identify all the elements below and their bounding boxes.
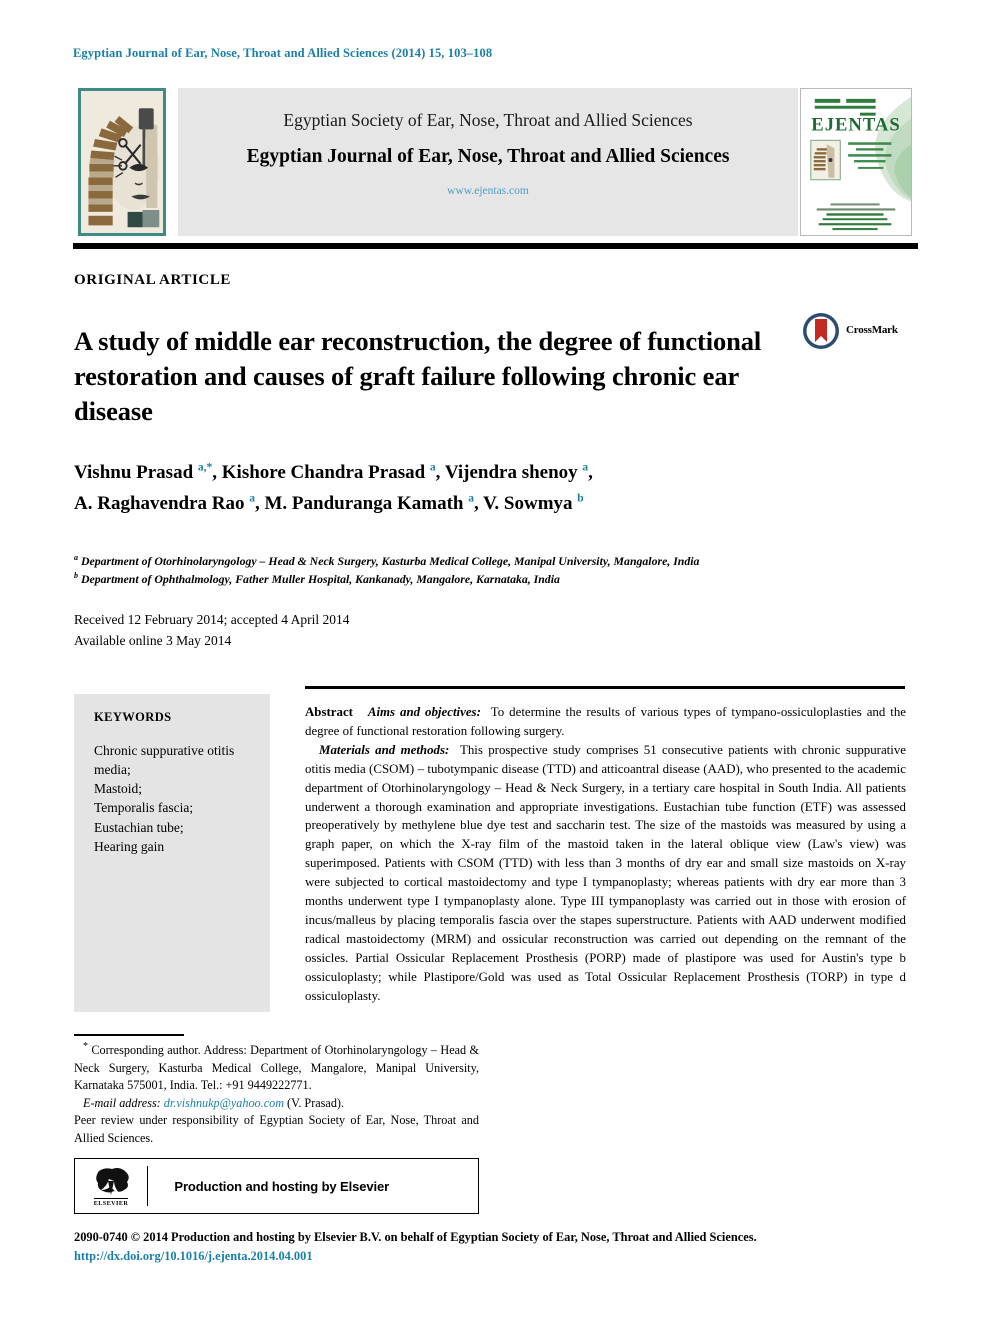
corresponding-author-text: Corresponding author. Address: Departmen… <box>74 1043 479 1093</box>
society-pharaoh-logo <box>78 88 166 236</box>
publication-history: Received 12 February 2014; accepted 4 Ap… <box>74 610 350 651</box>
elsevier-production-box: ELSEVIER Production and hosting by Elsev… <box>74 1158 479 1214</box>
peer-review-note: Peer review under responsibility of Egyp… <box>74 1113 479 1145</box>
author-sup-a-star: a,* <box>197 461 213 474</box>
email-note: E-mail address: dr.vishnukp@yahoo.com (V… <box>74 1095 479 1113</box>
abstract-methods-label: Materials and methods: <box>319 742 450 757</box>
keywords-list: Chronic suppurative otitis media; Mastoi… <box>94 741 254 856</box>
page-title: A study of middle ear reconstruction, th… <box>74 325 762 426</box>
affiliation-b: b Department of Ophthalmology, Father Mu… <box>74 570 904 588</box>
header-divider-rule <box>73 243 918 249</box>
elsevier-tree-icon <box>96 1168 129 1195</box>
email-owner: (V. Prasad). <box>287 1095 345 1110</box>
author-sep-5: , V. Sowmya <box>473 492 578 514</box>
author-sep-2: , Vijendra shenoy <box>435 462 583 483</box>
society-name: Egyptian Society of Ear, Nose, Throat an… <box>283 110 693 130</box>
abstract-top-rule <box>305 686 905 689</box>
keyword-item: Temporalis fascia; <box>94 800 194 816</box>
abstract-body: Abstract Aims and objectives: To determi… <box>305 703 906 1006</box>
available-online-line: Available online 3 May 2014 <box>74 632 232 648</box>
author-sup-b: b <box>577 492 584 505</box>
footer-copyright-block: 2090-0740 © 2014 Production and hosting … <box>74 1228 924 1265</box>
corresponding-author-mark: * <box>83 1041 88 1052</box>
footnote-block: * Corresponding author. Address: Departm… <box>74 1040 479 1147</box>
author-raghavendra-rao: A. Raghavendra Rao <box>74 492 250 514</box>
ejentas-cover-icon: EJENTAS <box>801 89 911 235</box>
corresponding-author-note: * Corresponding author. Address: Departm… <box>74 1040 479 1095</box>
affiliation-mark-b: b <box>74 571 78 581</box>
footnote-divider-rule <box>74 1034 184 1036</box>
keywords-heading: KEYWORDS <box>94 710 172 724</box>
author-sep-3: , <box>588 462 593 483</box>
svg-text:EJENTAS: EJENTAS <box>811 114 900 135</box>
journal-url-link[interactable]: www.ejentas.com <box>178 185 798 197</box>
email-link[interactable]: dr.vishnukp@yahoo.com <box>164 1096 284 1110</box>
article-type-label: ORIGINAL ARTICLE <box>74 272 232 288</box>
crossmark-label: CrossMark <box>846 324 898 336</box>
received-accepted-line: Received 12 February 2014; accepted 4 Ap… <box>74 612 350 627</box>
keyword-item: Chronic suppurative otitis media; <box>94 743 235 778</box>
keyword-item: Hearing gain <box>94 838 165 854</box>
elsevier-logo: ELSEVIER <box>75 1159 147 1213</box>
affiliation-a: a Department of Otorhinolaryngology – He… <box>74 552 904 570</box>
author-list: Vishnu Prasad a,*, Kishore Chandra Prasa… <box>74 458 854 520</box>
journal-cover-thumbnail: EJENTAS <box>800 88 912 236</box>
article-first-page: Egyptian Journal of Ear, Nose, Throat an… <box>0 0 992 1323</box>
elsevier-production-text: Production and hosting by Elsevier <box>174 1178 390 1194</box>
elsevier-wordmark: ELSEVIER <box>93 1198 129 1207</box>
abstract-aims-paragraph: Abstract Aims and objectives: To determi… <box>305 703 906 741</box>
affiliation-list: a Department of Otorhinolaryngology – He… <box>74 552 904 589</box>
author-sep-1: , Kishore Chandra Prasad <box>212 462 430 483</box>
abstract-label: Abstract <box>305 705 353 719</box>
abstract-methods-paragraph: Materials and methods: This prospective … <box>305 741 906 1006</box>
journal-title-block: Egyptian Society of Ear, Nose, Throat an… <box>178 88 798 236</box>
journal-name: Egyptian Journal of Ear, Nose, Throat an… <box>246 146 730 167</box>
running-citation: Egyptian Journal of Ear, Nose, Throat an… <box>73 46 493 60</box>
crossmark-badge[interactable]: CrossMark <box>802 312 914 354</box>
crossmark-icon[interactable] <box>802 312 840 350</box>
affiliation-mark-a: a <box>74 553 78 562</box>
copyright-line: 2090-0740 © 2014 Production and hosting … <box>74 1230 757 1244</box>
affiliation-a-text: Department of Otorhinolaryngology – Head… <box>80 553 700 568</box>
keyword-item: Eustachian tube; <box>94 819 184 835</box>
journal-header-band: Egyptian Society of Ear, Nose, Throat an… <box>78 88 912 236</box>
abstract-methods-text: This prospective study comprises 51 cons… <box>305 742 906 1003</box>
email-label: E-mail address: <box>83 1095 161 1110</box>
abstract-aims-label: Aims and objectives: <box>367 705 481 719</box>
doi-link[interactable]: http://dx.doi.org/10.1016/j.ejenta.2014.… <box>74 1247 924 1266</box>
affiliation-b-text: Department of Ophthalmology, Father Mull… <box>80 572 560 587</box>
keyword-item: Mastoid; <box>94 781 143 797</box>
keywords-panel: KEYWORDS Chronic suppurative otitis medi… <box>74 694 270 1012</box>
author-vishnu-prasad: Vishnu Prasad <box>74 462 198 483</box>
author-sep-4: , M. Panduranga Kamath <box>254 492 469 514</box>
pharaoh-icon <box>81 91 163 233</box>
